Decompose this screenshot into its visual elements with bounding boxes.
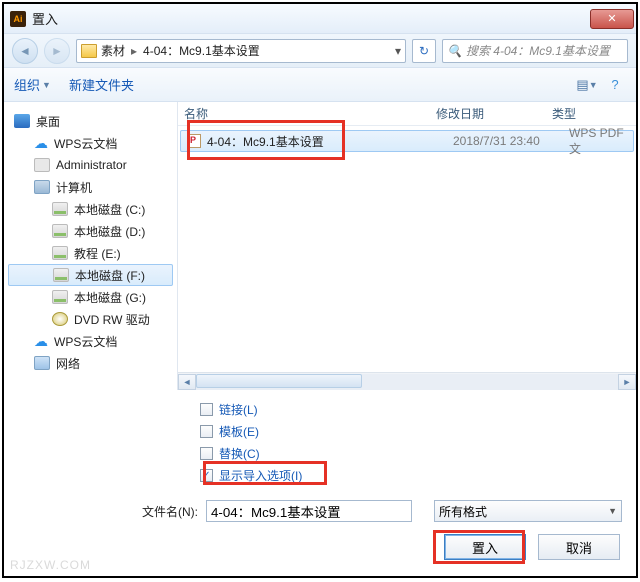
place-button[interactable]: 置入 bbox=[444, 534, 526, 560]
address-bar: ◄ ► 素材 ▸ 4-04：Mc9.1基本设置 ▾ ↻ 🔍 搜索 4-04：Mc… bbox=[4, 34, 636, 68]
column-type[interactable]: 类型 bbox=[552, 105, 636, 122]
scroll-thumb[interactable] bbox=[196, 374, 362, 388]
user-icon bbox=[34, 158, 50, 172]
checkbox[interactable] bbox=[200, 447, 213, 460]
nav-forward-button[interactable]: ► bbox=[44, 38, 70, 64]
option-link[interactable]: 链接(L) bbox=[200, 398, 626, 420]
scroll-track[interactable] bbox=[196, 374, 618, 390]
filename-input[interactable] bbox=[206, 500, 412, 522]
format-select[interactable]: 所有格式 ▼ bbox=[434, 500, 622, 522]
search-icon: 🔍 bbox=[447, 44, 462, 58]
breadcrumb-item[interactable]: 素材 bbox=[101, 42, 125, 59]
view-options-button[interactable]: ▤▼ bbox=[576, 75, 598, 95]
organize-menu[interactable]: 组织 ▼ bbox=[14, 75, 51, 94]
close-button[interactable]: ✕ bbox=[590, 9, 634, 29]
tree-computer[interactable]: 计算机 bbox=[4, 176, 177, 198]
option-template[interactable]: 模板(E) bbox=[200, 420, 626, 442]
list-header: 名称 修改日期 类型 bbox=[178, 102, 636, 126]
help-button[interactable]: ? bbox=[604, 75, 626, 95]
nav-tree: 桌面 ☁WPS云文档 Administrator 计算机 本地磁盘 (C:) 本… bbox=[4, 102, 178, 390]
tree-dvd[interactable]: DVD RW 驱动 bbox=[4, 308, 177, 330]
file-name: 4-04：Mc9.1基本设置 bbox=[207, 133, 453, 150]
breadcrumb[interactable]: 素材 ▸ 4-04：Mc9.1基本设置 ▾ bbox=[76, 39, 406, 63]
tree-network[interactable]: 网络 bbox=[4, 352, 177, 374]
checkbox-checked[interactable]: ✓ bbox=[200, 469, 213, 482]
column-date[interactable]: 修改日期 bbox=[436, 105, 552, 122]
window-title: 置入 bbox=[32, 9, 590, 28]
dialog-window: Ai 置入 ✕ ◄ ► 素材 ▸ 4-04：Mc9.1基本设置 ▾ ↻ 🔍 搜索… bbox=[2, 2, 638, 578]
chevron-right-icon: ▸ bbox=[131, 44, 137, 58]
cloud-icon: ☁ bbox=[34, 136, 48, 150]
option-replace[interactable]: 替换(C) bbox=[200, 442, 626, 464]
checkbox[interactable] bbox=[200, 403, 213, 416]
file-list: 名称 修改日期 类型 4-04：Mc9.1基本设置 2018/7/31 23:4… bbox=[178, 102, 636, 390]
drive-icon bbox=[52, 202, 68, 216]
pdf-file-icon bbox=[187, 134, 201, 148]
app-icon: Ai bbox=[10, 11, 26, 27]
checkbox[interactable] bbox=[200, 425, 213, 438]
drive-icon bbox=[52, 224, 68, 238]
cloud-icon: ☁ bbox=[34, 334, 48, 348]
search-input[interactable]: 🔍 搜索 4-04：Mc9.1基本设置 bbox=[442, 39, 628, 63]
drive-icon bbox=[52, 290, 68, 304]
tree-drive-c[interactable]: 本地磁盘 (C:) bbox=[4, 198, 177, 220]
list-item[interactable]: 4-04：Mc9.1基本设置 2018/7/31 23:40 WPS PDF 文 bbox=[180, 130, 634, 152]
cancel-button[interactable]: 取消 bbox=[538, 534, 620, 560]
option-show-import[interactable]: ✓显示导入选项(I) bbox=[200, 464, 626, 486]
tree-wps-cloud-2[interactable]: ☁WPS云文档 bbox=[4, 330, 177, 352]
drive-icon bbox=[53, 268, 69, 282]
tree-administrator[interactable]: Administrator bbox=[4, 154, 177, 176]
new-folder-button[interactable]: 新建文件夹 bbox=[69, 75, 134, 94]
chevron-down-icon: ▼ bbox=[608, 506, 617, 516]
tree-drive-f[interactable]: 本地磁盘 (F:) bbox=[8, 264, 173, 286]
folder-icon bbox=[81, 44, 97, 58]
tree-drive-g[interactable]: 本地磁盘 (G:) bbox=[4, 286, 177, 308]
chevron-down-icon: ▼ bbox=[42, 80, 51, 90]
drive-icon bbox=[52, 246, 68, 260]
horizontal-scrollbar[interactable]: ◄ ► bbox=[178, 372, 636, 390]
file-date: 2018/7/31 23:40 bbox=[453, 134, 569, 148]
chevron-down-icon[interactable]: ▾ bbox=[395, 44, 401, 58]
tree-wps-cloud[interactable]: ☁WPS云文档 bbox=[4, 132, 177, 154]
tree-drive-d[interactable]: 本地磁盘 (D:) bbox=[4, 220, 177, 242]
dialog-buttons: 置入 取消 bbox=[4, 530, 636, 570]
scroll-right-button[interactable]: ► bbox=[618, 374, 636, 390]
network-icon bbox=[34, 356, 50, 370]
titlebar: Ai 置入 ✕ bbox=[4, 4, 636, 34]
filename-row: 文件名(N): 所有格式 ▼ bbox=[4, 492, 636, 530]
tree-desktop[interactable]: 桌面 bbox=[4, 110, 177, 132]
computer-icon bbox=[34, 180, 50, 194]
column-name[interactable]: 名称 bbox=[184, 105, 436, 122]
filename-label: 文件名(N): bbox=[142, 503, 198, 520]
dvd-icon bbox=[52, 312, 68, 326]
refresh-button[interactable]: ↻ bbox=[412, 39, 436, 63]
tree-drive-e[interactable]: 教程 (E:) bbox=[4, 242, 177, 264]
import-options: 链接(L) 模板(E) 替换(C) ✓显示导入选项(I) bbox=[4, 390, 636, 492]
body: 桌面 ☁WPS云文档 Administrator 计算机 本地磁盘 (C:) 本… bbox=[4, 102, 636, 390]
desktop-icon bbox=[14, 114, 30, 128]
search-placeholder: 搜索 4-04：Mc9.1基本设置 bbox=[466, 42, 610, 59]
scroll-left-button[interactable]: ◄ bbox=[178, 374, 196, 390]
format-value: 所有格式 bbox=[439, 503, 487, 520]
nav-back-button[interactable]: ◄ bbox=[12, 38, 38, 64]
breadcrumb-item[interactable]: 4-04：Mc9.1基本设置 bbox=[143, 42, 260, 59]
toolbar: 组织 ▼ 新建文件夹 ▤▼ ? bbox=[4, 68, 636, 102]
